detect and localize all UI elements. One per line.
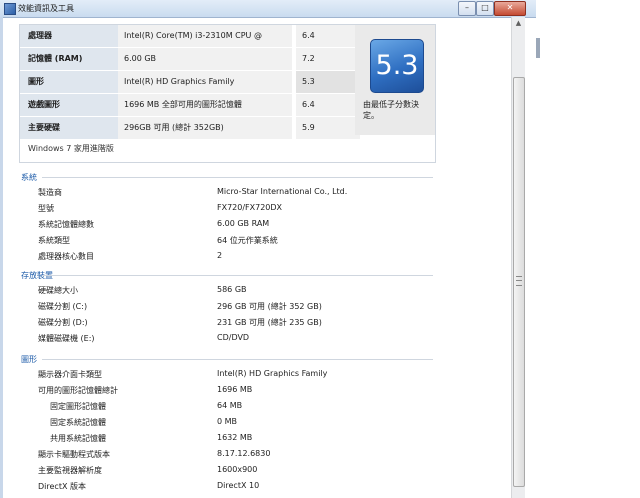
detail-row: 主要監視器解析度 1600x900 xyxy=(0,465,500,480)
detail-value: FX720/FX720DX xyxy=(217,203,283,212)
detail-row: 磁碟分割 (D:) 231 GB 可用 (總計 235 GB) xyxy=(0,317,500,332)
section-heading: 圖形 xyxy=(21,355,37,364)
detail-value: CD/DVD xyxy=(217,333,250,342)
component-value: Intel(R) HD Graphics Family xyxy=(118,71,292,94)
detail-label: 硬碟總大小 xyxy=(38,286,78,295)
component-label: 主要硬碟 xyxy=(20,117,126,140)
base-score-badge: 5.3 xyxy=(370,39,424,93)
detail-value: 2 xyxy=(217,251,223,260)
detail-label: 固定系統記憶體 xyxy=(50,418,106,427)
detail-row: 處理器核心數目 2 xyxy=(0,251,500,266)
base-score-panel: 5.3 由最低子分數決定。 xyxy=(355,25,435,135)
score-table: 處理器 Intel(R) Core(TM) i3-2310M CPU @ 2.1… xyxy=(19,24,436,163)
detail-label: 處理器核心數目 xyxy=(38,252,94,261)
detail-value: 1632 MB xyxy=(217,433,253,442)
detail-row: 系統記憶體總數 6.00 GB RAM xyxy=(0,219,500,234)
subscore: 7.2 xyxy=(296,48,360,71)
detail-row: 系統類型 64 位元作業系統 xyxy=(0,235,500,250)
windows-edition: Windows 7 家用進階版 xyxy=(28,144,114,153)
background-window-edge xyxy=(536,38,540,58)
detail-label: 型號 xyxy=(38,204,54,213)
detail-value: 296 GB 可用 (總計 352 GB) xyxy=(217,302,322,311)
maximize-button[interactable]: □ xyxy=(476,1,494,16)
detail-row: 硬碟總大小 586 GB xyxy=(0,285,500,300)
detail-row: 固定系統記憶體 0 MB xyxy=(0,417,500,432)
component-value: 6.00 GB xyxy=(118,48,292,71)
detail-value: Micro-Star International Co., Ltd. xyxy=(217,187,348,196)
section-divider xyxy=(42,275,433,276)
detail-value: Intel(R) HD Graphics Family xyxy=(217,369,328,378)
detail-value: 1600x900 xyxy=(217,465,258,474)
scrollbar-thumb[interactable] xyxy=(513,77,525,487)
component-value: Intel(R) Core(TM) i3-2310M CPU @ 2.10GHz xyxy=(118,25,292,62)
score-row-hard-disk: 主要硬碟 296GB 可用 (總計 352GB) 5.9 xyxy=(20,117,360,140)
detail-label: 可用的圖形記憶體總計 xyxy=(38,386,118,395)
detail-value: 1696 MB xyxy=(217,385,253,394)
detail-label: 固定圖形記憶體 xyxy=(50,402,106,411)
detail-value: 6.00 GB RAM xyxy=(217,219,270,228)
score-row-processor: 處理器 Intel(R) Core(TM) i3-2310M CPU @ 2.1… xyxy=(20,25,360,62)
score-row-gaming-graphics: 遊戲圖形 1696 MB 全部可用的圖形記憶體 6.4 xyxy=(20,94,360,117)
detail-label: 系統記憶體總數 xyxy=(38,220,94,229)
section-divider xyxy=(42,359,433,360)
detail-row: 磁碟分割 (C:) 296 GB 可用 (總計 352 GB) xyxy=(0,301,500,316)
subscore: 5.9 xyxy=(296,117,360,140)
detail-label: 磁碟分割 (C:) xyxy=(38,302,88,311)
detail-value: 64 位元作業系統 xyxy=(217,236,278,245)
detail-label: 系統類型 xyxy=(38,236,70,245)
detail-label: 製造商 xyxy=(38,188,62,197)
detail-label: 磁碟分割 (D:) xyxy=(38,318,88,327)
detail-row: 可用的圖形記憶體總計 1696 MB xyxy=(0,385,500,400)
minimize-button[interactable]: – xyxy=(458,1,476,16)
subscore: 6.4 xyxy=(296,25,360,48)
detail-value: DirectX 10 xyxy=(217,481,260,490)
detail-row: 顯示卡驅動程式版本 8.17.12.6830 xyxy=(0,449,500,464)
subscore: 6.4 xyxy=(296,94,360,117)
subscore: 5.3 xyxy=(296,71,360,94)
close-button[interactable]: ✕ xyxy=(494,1,526,16)
component-label: 遊戲圖形 xyxy=(20,94,126,117)
detail-value: 64 MB xyxy=(217,401,243,410)
score-row-graphics: 圖形 Intel(R) HD Graphics Family 5.3 xyxy=(20,71,360,94)
detail-value: 8.17.12.6830 xyxy=(217,449,271,458)
detail-row: DirectX 版本 DirectX 10 xyxy=(0,481,500,496)
detail-label: 主要監視器解析度 xyxy=(38,466,102,475)
title-bar: 效能資訊及工具 – □ ✕ xyxy=(0,0,536,18)
detail-value: 586 GB xyxy=(217,285,247,294)
detail-value: 0 MB xyxy=(217,417,238,426)
detail-label: 顯示卡驅動程式版本 xyxy=(38,450,110,459)
score-row-memory: 記憶體 (RAM) 6.00 GB 7.2 xyxy=(20,48,360,71)
detail-row: 顯示器介面卡類型 Intel(R) HD Graphics Family xyxy=(0,369,500,384)
detail-row: 型號 FX720/FX720DX xyxy=(0,203,500,218)
desktop-background xyxy=(536,0,640,498)
detail-label: 媒體磁碟機 (E:) xyxy=(38,334,95,343)
scroll-grip-icon xyxy=(516,276,522,286)
detail-label: DirectX 版本 xyxy=(38,482,86,491)
component-value: 296GB 可用 (總計 352GB) xyxy=(118,117,292,140)
component-label: 處理器 xyxy=(20,25,126,48)
window-title: 效能資訊及工具 xyxy=(18,4,74,13)
detail-label: 顯示器介面卡類型 xyxy=(38,370,102,379)
detail-row: 固定圖形記憶體 64 MB xyxy=(0,401,500,416)
base-score-note: 由最低子分數決定。 xyxy=(363,100,419,120)
detail-value: 231 GB 可用 (總計 235 GB) xyxy=(217,318,322,327)
detail-row: 製造商 Micro-Star International Co., Ltd. xyxy=(0,187,500,202)
arrow-up-icon[interactable]: ▲ xyxy=(512,17,525,29)
detail-row: 媒體磁碟機 (E:) CD/DVD xyxy=(0,333,500,348)
detail-label: 共用系統記憶體 xyxy=(50,434,106,443)
section-heading: 系統 xyxy=(21,173,37,182)
section-divider xyxy=(42,177,433,178)
detail-row: 共用系統記憶體 1632 MB xyxy=(0,433,500,448)
component-label: 圖形 xyxy=(20,71,126,94)
component-label: 記憶體 (RAM) xyxy=(20,48,126,71)
component-value: 1696 MB 全部可用的圖形記憶體 xyxy=(118,94,292,117)
app-icon xyxy=(4,3,16,15)
vertical-scrollbar[interactable]: ▲ xyxy=(511,17,525,498)
